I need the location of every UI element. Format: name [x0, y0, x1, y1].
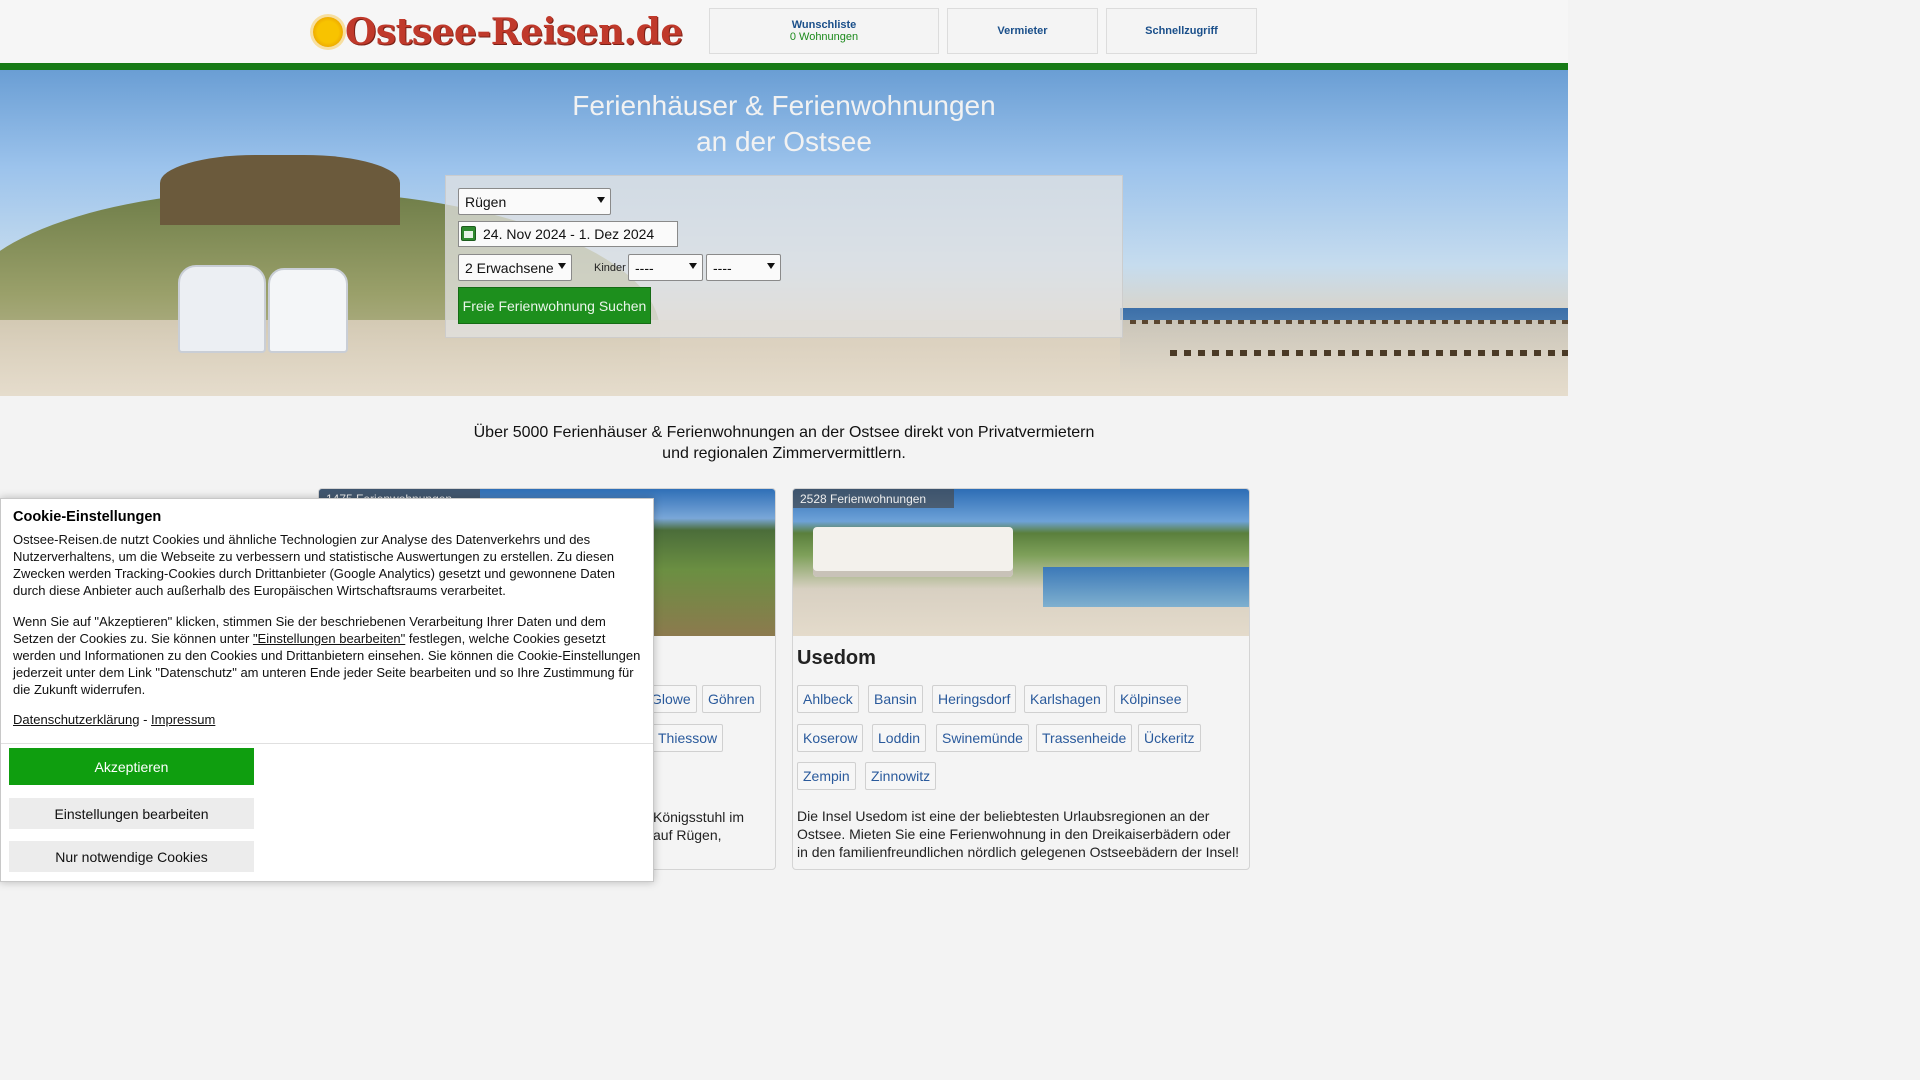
region-title[interactable]: Usedom [797, 647, 876, 670]
photo-hotel-shape [813, 527, 1013, 577]
town-tag[interactable]: Thiessow [652, 724, 724, 752]
calendar-icon[interactable] [461, 226, 476, 241]
beach-chair-image [268, 268, 348, 353]
town-tag-zempin[interactable]: Zempin [797, 762, 856, 790]
hero-title-line2: an der Ostsee [696, 126, 872, 157]
region-select-value: Rügen [465, 193, 507, 210]
header-divider [0, 63, 1568, 70]
town-tag-ueckeritz[interactable]: Ückeritz [1138, 724, 1201, 752]
schnellzugriff-label: Schnellzugriff [1145, 25, 1218, 37]
hero-title: Ferienhäuser & Ferienwohnungen an der Os… [0, 88, 1568, 160]
region-card-usedom[interactable]: 2528 Ferienwohnungen Usedom Ahlbeck Bans… [792, 488, 1250, 870]
region-description-fragment: Königsstuhl im auf Rügen, [653, 808, 744, 844]
intro-line1: Über 5000 Ferienhäuser & Ferienwohnungen… [473, 424, 1095, 441]
adults-select-value: 2 Erwachsene [465, 259, 554, 276]
region-select[interactable]: Rügen [458, 188, 611, 215]
cookie-text-1: Ostsee-Reisen.de nutzt Cookies und ähnli… [13, 532, 615, 598]
site-logo[interactable]: Ostsee-Reisen.de [313, 8, 683, 56]
photo-sea-shape [1043, 567, 1249, 607]
cookie-dialog: Cookie-Einstellungen Ostsee-Reisen.de nu… [0, 498, 654, 882]
wishlist-label: Wunschliste [791, 19, 857, 31]
privacy-policy-link[interactable]: Datenschutzerklärung [13, 712, 139, 727]
desc-line: auf Rügen, [653, 827, 722, 843]
apartment-count-badge: 2528 Ferienwohnungen [793, 489, 955, 508]
hero-groyne [1170, 350, 1568, 356]
town-tag[interactable]: Göhren [702, 685, 761, 713]
town-tag-heringsdorf[interactable]: Heringsdorf [932, 685, 1017, 713]
kinder-label: Kinder [594, 262, 626, 274]
hero-title-line1: Ferienhäuser & Ferienwohnungen [572, 90, 996, 121]
wishlist-button[interactable]: Wunschliste 0 Wohnungen [709, 8, 939, 54]
town-tag-zinnowitz[interactable]: Zinnowitz [865, 762, 937, 790]
region-photo[interactable] [793, 489, 1249, 636]
link-separator: - [139, 712, 152, 727]
chevron-down-icon [767, 263, 775, 269]
cookie-dialog-title: Cookie-Einstellungen [13, 509, 162, 525]
necessary-cookies-only-button[interactable]: Nur notwendige Cookies [9, 841, 254, 872]
desc-line: Königsstuhl im [653, 809, 745, 825]
adults-select[interactable]: 2 Erwachsene [458, 254, 572, 281]
town-tag-swinemuende[interactable]: Swinemünde [936, 724, 1029, 752]
cookie-text-2: Wenn Sie auf "Akzeptieren" klicken, stim… [13, 613, 643, 698]
beach-chair-image [178, 265, 266, 353]
intro-text: Über 5000 Ferienhäuser & Ferienwohnungen… [0, 422, 1568, 464]
town-tag-loddin[interactable]: Loddin [872, 724, 927, 752]
imprint-link[interactable]: Impressum [151, 712, 215, 727]
logo-text: Ostsee-Reisen.de [345, 11, 683, 53]
vermieter-label: Vermieter [997, 25, 1048, 37]
sun-logo-icon [313, 17, 343, 47]
site-header: Ostsee-Reisen.de Wunschliste 0 Wohnungen… [0, 0, 1568, 63]
region-description: Die Insel Usedom ist eine der beliebtest… [797, 808, 1240, 860]
cookie-links: Datenschutzerklärung - Impressum [13, 712, 215, 727]
town-tag-koserow[interactable]: Koserow [797, 724, 864, 752]
accept-cookies-button[interactable]: Akzeptieren [9, 748, 254, 785]
chevron-down-icon [597, 197, 605, 203]
chevron-down-icon [558, 263, 566, 269]
child-age-select-2[interactable]: ---- [706, 254, 781, 281]
date-range-value: 24. Nov 2024 - 1. Dez 2024 [483, 226, 655, 242]
town-tag-bansin[interactable]: Bansin [868, 685, 923, 713]
child-age-value-1: ---- [635, 259, 654, 276]
town-tag-karlshagen[interactable]: Karlshagen [1024, 685, 1107, 713]
child-age-value-2: ---- [713, 259, 732, 276]
intro-line2: und regionalen Zimmervermittlern. [662, 445, 906, 462]
hero-thatched-roof [160, 155, 400, 225]
child-age-select-1[interactable]: ---- [628, 254, 703, 281]
town-tag-kolpinsee[interactable]: Kölpinsee [1114, 685, 1188, 713]
town-tag-trassenheide[interactable]: Trassenheide [1036, 724, 1133, 752]
search-submit-button[interactable]: Freie Ferienwohnung Suchen [458, 287, 651, 324]
town-tag-ahlbeck[interactable]: Ahlbeck [797, 685, 859, 713]
cookie-divider [1, 743, 653, 744]
schnellzugriff-button[interactable]: Schnellzugriff [1106, 8, 1257, 54]
wishlist-count: 0 Wohnungen [789, 31, 859, 43]
hero-groyne [1130, 320, 1568, 324]
edit-cookie-settings-button[interactable]: Einstellungen bearbeiten [9, 798, 254, 829]
edit-settings-inline-link[interactable]: "Einstellungen bearbeiten" [253, 631, 405, 646]
vermieter-button[interactable]: Vermieter [947, 8, 1098, 54]
chevron-down-icon [689, 263, 697, 269]
date-range-input[interactable]: 24. Nov 2024 - 1. Dez 2024 [458, 221, 678, 247]
